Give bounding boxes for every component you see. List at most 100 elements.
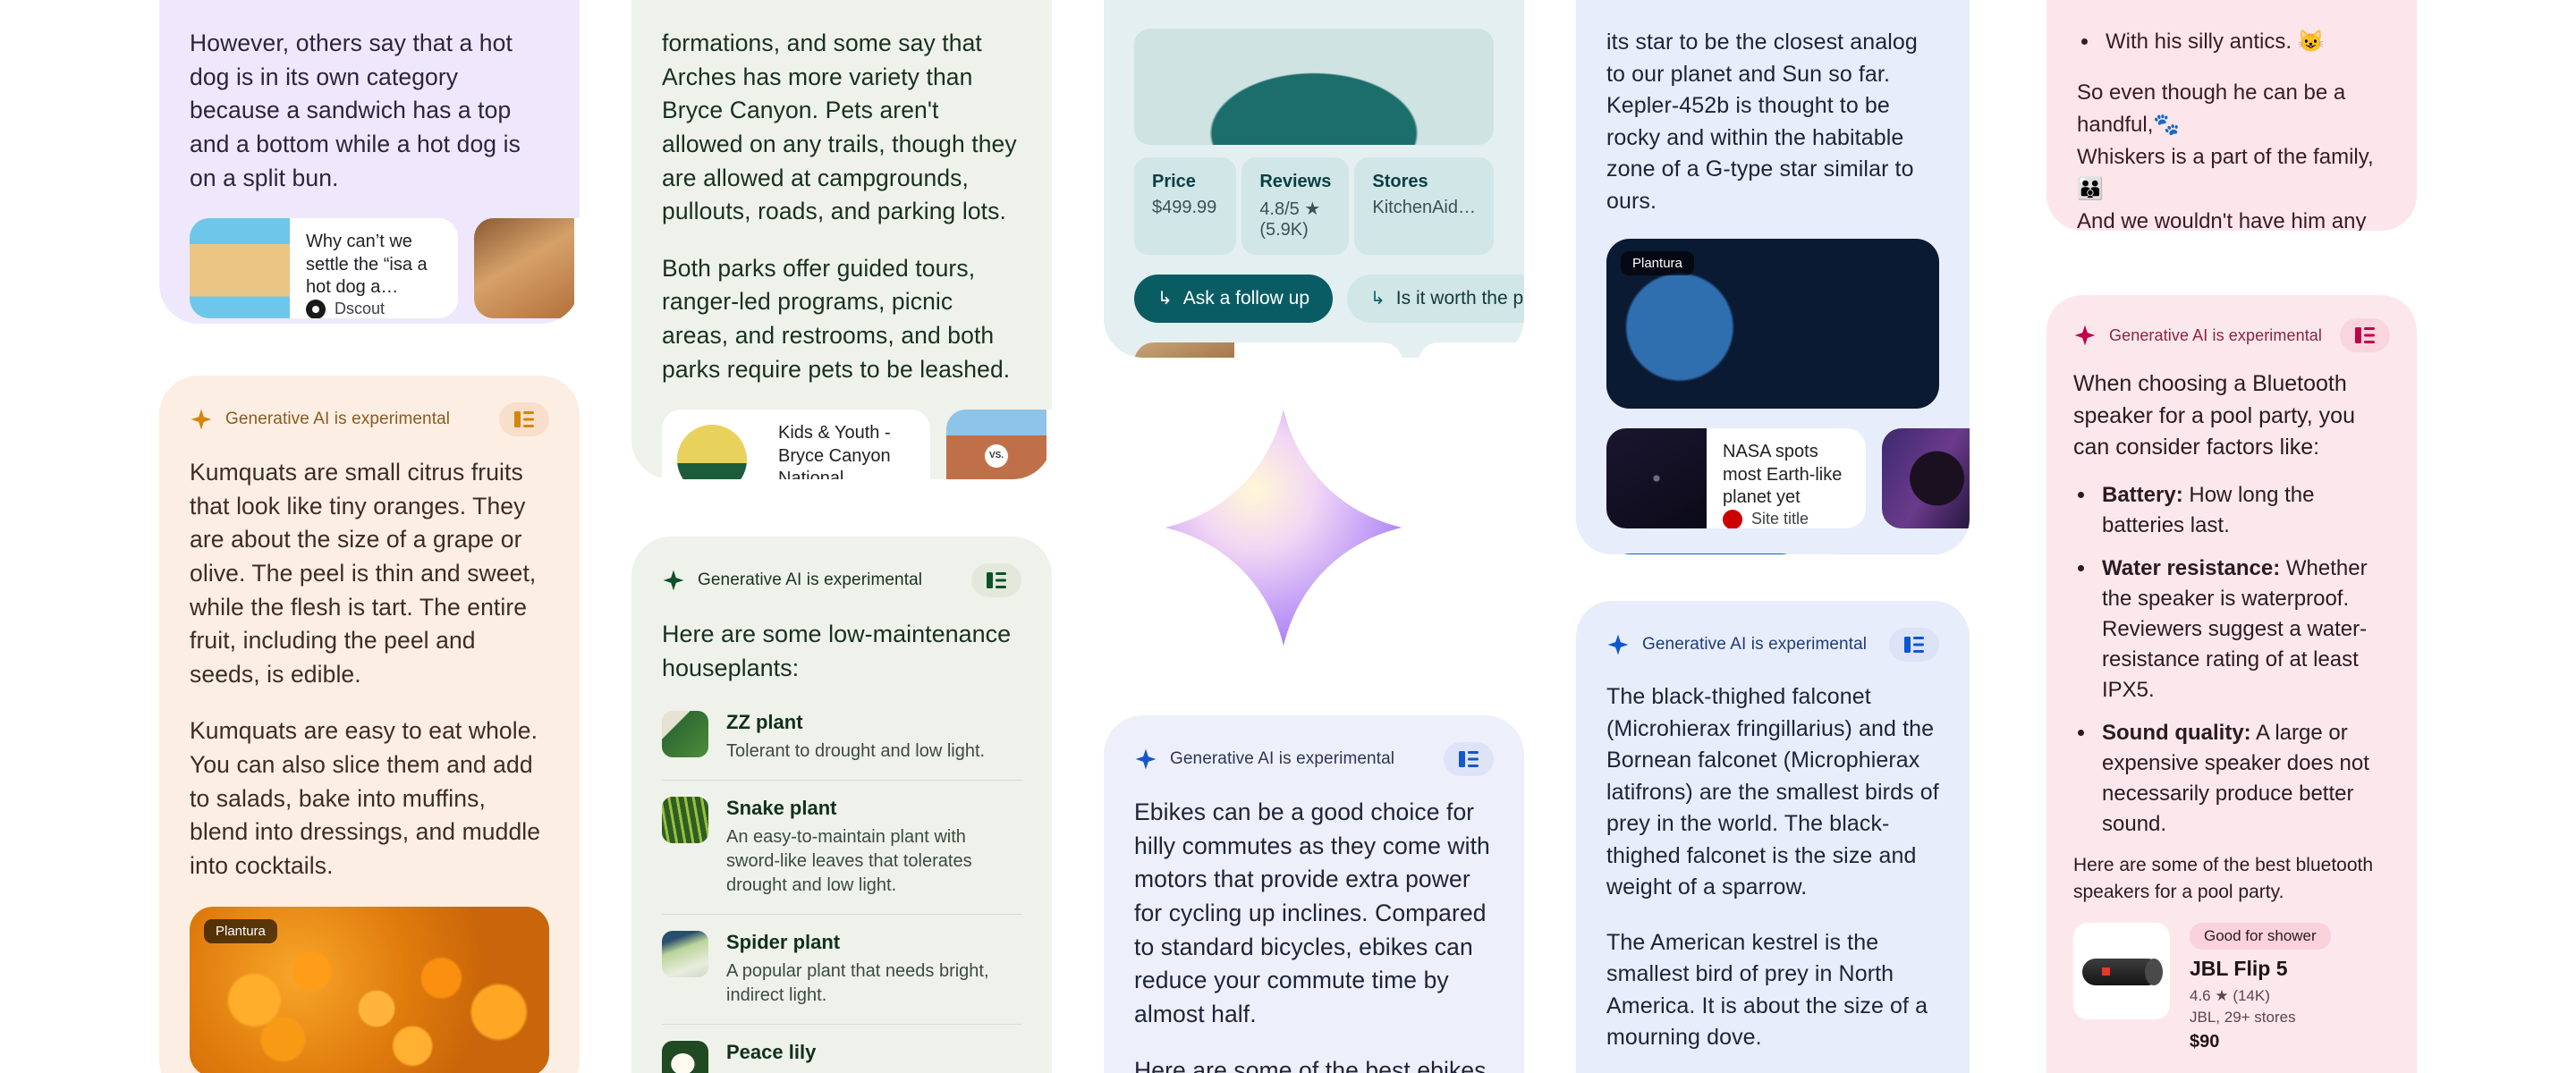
image-source-badge: Plantura xyxy=(1621,251,1694,275)
source-thumbnail xyxy=(662,410,762,479)
card-kepler: its star to be the closest analog to our… xyxy=(1576,0,1970,554)
source-tile[interactable]: W… xyxy=(474,218,580,319)
source-thumbnail xyxy=(474,218,574,319)
gen-ai-label: Generative AI is experimental xyxy=(1170,749,1395,768)
source-site-label: Site title xyxy=(1751,510,1809,528)
plant-name: Peace lily xyxy=(726,1040,817,1063)
source-tile[interactable]: Why can’t we settle the “isa a hot dog a… xyxy=(190,218,458,319)
bryce-paragraph-2: Both parks offer guided tours, ranger-le… xyxy=(662,254,1011,383)
stat-stores: Stores KitchenAid… xyxy=(1354,157,1494,255)
list-item[interactable]: ZZ plant Tolerant to drought and low lig… xyxy=(662,695,1021,780)
source-thumbnail xyxy=(1606,428,1707,528)
layout-columns-icon xyxy=(987,572,1006,588)
suggestion-chip[interactable]: ↳ Is it worth the price? xyxy=(1347,275,1524,323)
kumquat-card-header: Generative AI is experimental xyxy=(190,402,549,436)
source-thumbnail xyxy=(1882,428,1970,528)
list-item[interactable]: Spider plant A popular plant that needs … xyxy=(662,913,1021,1024)
card-kumquat: Generative AI is experimental Kumquats a… xyxy=(159,376,580,1073)
source-tile[interactable]: Kids & Youth - Bryce Canyon National… Na… xyxy=(662,410,930,479)
list-item[interactable]: Peace lily A popular flowering plant tha… xyxy=(662,1023,1021,1073)
return-arrow-icon: ↳ xyxy=(1157,289,1173,308)
hotdog-paragraph: However, others say that a hot dog is in… xyxy=(190,30,521,191)
favicon-icon xyxy=(306,299,326,319)
kepler-sources: NASA spots most Earth-like planet yet Si… xyxy=(1606,428,1970,528)
layout-toggle-button[interactable] xyxy=(1889,628,1939,662)
plant-name: Snake plant xyxy=(726,796,837,819)
cat-poem-bullet: With his silly antics. 😺 xyxy=(2100,27,2386,57)
versus-badge: VS. xyxy=(985,444,1008,468)
card-cat-poem: With his silly antics. 😺 So even though … xyxy=(2046,0,2417,231)
list-item[interactable]: Snake plant An easy-to-maintain plant wi… xyxy=(662,779,1021,914)
houseplants-list: ZZ plant Tolerant to drought and low lig… xyxy=(662,695,1021,1073)
kumquat-hero-image: Plantura xyxy=(190,906,549,1073)
layout-columns-icon xyxy=(2355,327,2375,343)
layout-toggle-button[interactable] xyxy=(971,563,1021,597)
card-kitchenaid: Price $499.99 Reviews 4.8/5 ★ (5.9K) Sto… xyxy=(1104,0,1524,358)
card-bryce-canyon: formations, and some say that Arches has… xyxy=(631,0,1052,479)
layout-toggle-button[interactable] xyxy=(1444,742,1494,776)
source-site: Dscout xyxy=(306,299,445,319)
gen-ai-label: Generative AI is experimental xyxy=(2109,325,2323,344)
factor-item: Battery: How long the batteries last. xyxy=(2097,480,2390,541)
plant-description: Tolerant to drought and low light. xyxy=(726,740,986,761)
ask-follow-up-button[interactable]: ↳ Ask a follow up xyxy=(1134,275,1334,323)
stat-key: Stores xyxy=(1372,172,1428,191)
cat-poem-line: Whiskers is a part of the family,👪 xyxy=(2077,145,2374,202)
cat-poem-line: So even though he can be a handful,🐾 xyxy=(2077,80,2346,138)
ebikes-paragraph-2: Here are some of the best ebikes for fiv… xyxy=(1134,1057,1487,1073)
source-tile[interactable]: Top 5 KitchenAi… Addition to Kitc… cakem… xyxy=(1419,342,1524,358)
plant-name: ZZ plant xyxy=(726,710,803,733)
plant-thumbnail xyxy=(662,796,708,843)
source-title: Kids & Youth - Bryce Canyon National… xyxy=(778,423,891,479)
speakers-intro: Here are some of the best bluetooth spea… xyxy=(2073,855,2374,902)
kitchenaid-sources: Are KitchenAid Attachments and… Kitchena… xyxy=(1134,342,1524,358)
source-tile[interactable]: NASA spots most Earth-like planet yet Si… xyxy=(1606,428,1866,528)
gemini-hero-sparkle xyxy=(1163,407,1404,648)
source-title: Top 5 KitchenAi… Addition to Kitc… xyxy=(1436,355,1524,358)
card-hotdog: However, others say that a hot dog is in… xyxy=(159,0,580,324)
plant-name: Spider plant xyxy=(726,930,841,953)
hotdog-sources: Why can’t we settle the “isa a hot dog a… xyxy=(190,218,580,319)
speakers-card-header: Generative AI is experimental xyxy=(2073,318,2390,352)
layout-columns-icon xyxy=(1459,751,1479,767)
suggestion-chip[interactable]: ↳ Can humans live on kepler-452b? xyxy=(1819,553,1970,554)
kitchenaid-stats: Price $499.99 Reviews 4.8/5 ★ (5.9K) Sto… xyxy=(1134,157,1494,255)
factor-label: Battery: xyxy=(2102,482,2183,507)
source-tile[interactable]: VS. A… xyxy=(946,410,1052,479)
plant-thumbnail xyxy=(662,930,708,977)
kitchenaid-chips: ↳ Ask a follow up ↳ Is it worth the pric… xyxy=(1134,275,1524,323)
factor-label: Sound quality: xyxy=(2102,721,2251,746)
kumquat-paragraph-1: Kumquats are small citrus fruits that lo… xyxy=(190,459,537,688)
layout-columns-icon xyxy=(1904,637,1924,653)
source-site: Site title xyxy=(1723,509,1853,528)
source-site-label: Dscout xyxy=(335,300,386,318)
falconet-paragraph-2: The American kestrel is the smallest bir… xyxy=(1606,929,1928,1051)
gen-ai-label: Generative AI is experimental xyxy=(225,410,451,428)
houseplants-lead: Here are some low-maintenance houseplant… xyxy=(662,621,1012,682)
source-title: NASA spots most Earth-like planet yet xyxy=(1723,442,1843,508)
source-tile[interactable]: T… o… xyxy=(1882,428,1970,528)
source-tile[interactable]: Are KitchenAid Attachments and… Kitchena… xyxy=(1134,342,1402,358)
source-thumbnail: VS. xyxy=(946,410,1046,479)
product-rating: 4.6 ★ (14K) xyxy=(2190,986,2270,1004)
chip-label: Is it worth the price? xyxy=(1395,288,1524,308)
product-name: JBL Flip 5 xyxy=(2190,957,2288,981)
speaker-product-row[interactable]: Good for shower JBL Flip 5 4.6 ★ (14K) J… xyxy=(2073,923,2390,1052)
speakers-lead: When choosing a Bluetooth speaker for a … xyxy=(2073,371,2355,460)
ask-follow-up-button[interactable]: ↳ Ask a follow up xyxy=(1606,553,1806,554)
gen-ai-label: Generative AI is experimental xyxy=(1642,635,1868,654)
source-title: Why can’t we settle the “isa a hot dog a… xyxy=(306,232,428,298)
plant-description: An easy-to-maintain plant with sword-lik… xyxy=(726,826,972,895)
bryce-paragraph-1: formations, and some say that Arches has… xyxy=(662,30,1017,225)
stat-value: KitchenAid… xyxy=(1372,198,1476,217)
card-bluetooth-speakers: Generative AI is experimental When choos… xyxy=(2046,295,2417,1073)
layout-toggle-button[interactable] xyxy=(2340,318,2390,352)
layout-toggle-button[interactable] xyxy=(499,402,549,436)
product-image xyxy=(2073,923,2170,1020)
factor-item: Sound quality: A large or expensive spea… xyxy=(2097,718,2390,840)
factor-item: Water resistance: Whether the speaker is… xyxy=(2097,553,2390,705)
ebikes-card-header: Generative AI is experimental xyxy=(1134,742,1494,776)
falconet-paragraph-1: The black-thighed falconet (Microhierax … xyxy=(1606,684,1939,900)
cat-poem-line: And we wouldn't have him any other way. … xyxy=(2077,209,2367,231)
card-houseplants: Generative AI is experimental Here are s… xyxy=(631,536,1052,1073)
